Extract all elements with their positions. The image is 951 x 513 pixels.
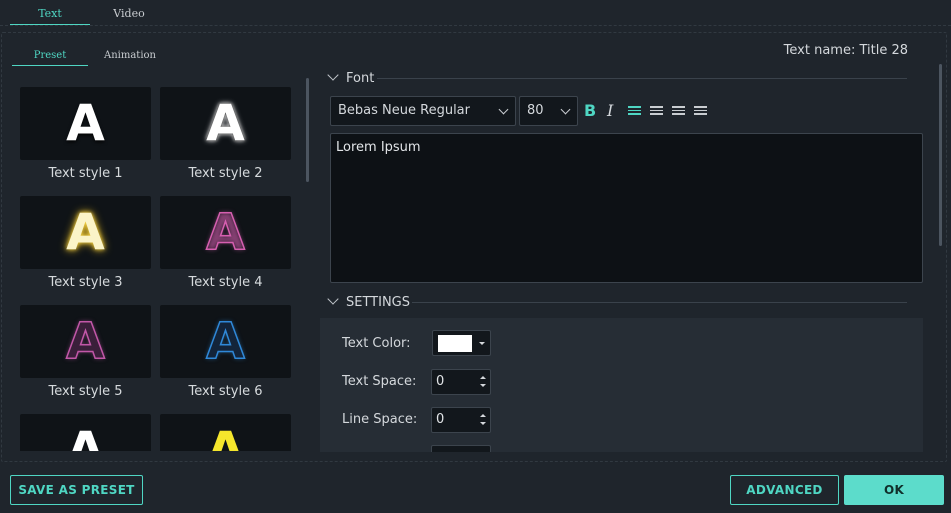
align-justify-icon[interactable]	[694, 106, 707, 116]
text-name-label: Text name: Title 28	[783, 43, 908, 58]
preset-thumbnail: A	[160, 305, 291, 378]
bold-button[interactable]: B	[584, 101, 596, 120]
text-space-value: 0	[436, 374, 445, 389]
preset-thumbnail: A	[20, 87, 151, 160]
preset-text-style-8[interactable]: A	[160, 414, 291, 451]
tab-video[interactable]: Video	[102, 0, 156, 25]
align-left-icon[interactable]	[628, 106, 641, 116]
tab-preset[interactable]: Preset	[12, 46, 88, 66]
top-divider	[0, 25, 951, 26]
letter-a-glyph: A	[66, 94, 105, 152]
settings-panel: Text Color: Text Space: 0 Line Space: 0	[320, 318, 923, 452]
preset-label: Text style 2	[188, 166, 263, 181]
preset-text-style-1[interactable]: A Text style 1	[20, 87, 151, 181]
line-space-value: 0	[436, 412, 445, 427]
preset-text-style-5[interactable]: A Text style 5	[20, 305, 151, 399]
preset-label: Text style 5	[48, 384, 123, 399]
font-section-title: Font	[346, 71, 375, 86]
partial-stepper[interactable]	[431, 445, 491, 452]
text-space-label: Text Space:	[342, 374, 417, 389]
italic-button[interactable]: I	[607, 101, 613, 120]
settings-section-header[interactable]: SETTINGS	[327, 293, 411, 310]
preset-label: Text style 3	[48, 275, 123, 290]
align-right-icon[interactable]	[672, 106, 685, 116]
text-color-picker[interactable]	[432, 330, 491, 356]
advanced-button[interactable]: ADVANCED	[730, 475, 839, 505]
font-family-value: Bebas Neue Regular	[338, 103, 470, 118]
preset-thumbnail: A	[160, 87, 291, 160]
font-family-dropdown[interactable]: Bebas Neue Regular	[330, 96, 516, 126]
preset-thumbnail: A	[20, 414, 151, 451]
preset-thumbnail: A	[160, 414, 291, 451]
letter-a-glyph: A	[205, 311, 245, 371]
properties-scrollbar[interactable]	[939, 64, 942, 246]
decrement-icon[interactable]	[480, 384, 486, 387]
letter-a-glyph: A	[66, 421, 105, 451]
save-as-preset-button[interactable]: SAVE AS PRESET	[10, 475, 143, 505]
caret-down-icon	[479, 342, 485, 345]
align-center-icon[interactable]	[650, 106, 663, 116]
ok-button[interactable]: OK	[844, 475, 944, 505]
preset-text-style-3[interactable]: A Text style 3	[20, 196, 151, 290]
letter-a-glyph: A	[65, 311, 105, 371]
chevron-down-icon	[560, 104, 571, 115]
letter-a-glyph: A	[205, 202, 245, 262]
increment-icon[interactable]	[480, 414, 486, 417]
color-swatch	[438, 335, 472, 352]
preset-thumbnail: A	[20, 196, 151, 269]
letter-a-glyph: A	[206, 421, 245, 451]
preset-scrollbar[interactable]	[306, 78, 309, 182]
text-content-input[interactable]: Lorem Ipsum	[330, 133, 923, 283]
chevron-down-icon	[327, 293, 339, 305]
preset-label: Text style 4	[188, 275, 263, 290]
tab-animation[interactable]: Animation	[96, 46, 164, 66]
preset-thumbnail: A	[160, 196, 291, 269]
settings-section-title: SETTINGS	[346, 295, 411, 310]
section-divider	[377, 78, 907, 79]
preset-thumbnail: A	[20, 305, 151, 378]
text-space-stepper[interactable]: 0	[431, 369, 491, 395]
letter-a-glyph: A	[66, 203, 105, 261]
line-space-stepper[interactable]: 0	[431, 407, 491, 433]
preset-text-style-2[interactable]: A Text style 2	[160, 87, 291, 181]
line-space-label: Line Space:	[342, 412, 418, 427]
section-divider	[412, 302, 907, 303]
font-size-dropdown[interactable]: 80	[519, 96, 578, 126]
font-section-header[interactable]: Font	[327, 69, 375, 86]
increment-icon[interactable]	[480, 376, 486, 379]
preset-text-style-6[interactable]: A Text style 6	[160, 305, 291, 399]
chevron-down-icon	[498, 104, 509, 115]
preset-text-style-7[interactable]: A	[20, 414, 151, 451]
preset-label: Text style 1	[48, 166, 123, 181]
preset-label: Text style 6	[188, 384, 263, 399]
letter-a-glyph: A	[206, 94, 245, 152]
decrement-icon[interactable]	[480, 422, 486, 425]
text-color-label: Text Color:	[342, 336, 411, 351]
font-size-value: 80	[527, 103, 544, 118]
preset-text-style-4[interactable]: A Text style 4	[160, 196, 291, 290]
chevron-down-icon	[327, 69, 339, 81]
tab-text[interactable]: Text	[10, 0, 90, 25]
